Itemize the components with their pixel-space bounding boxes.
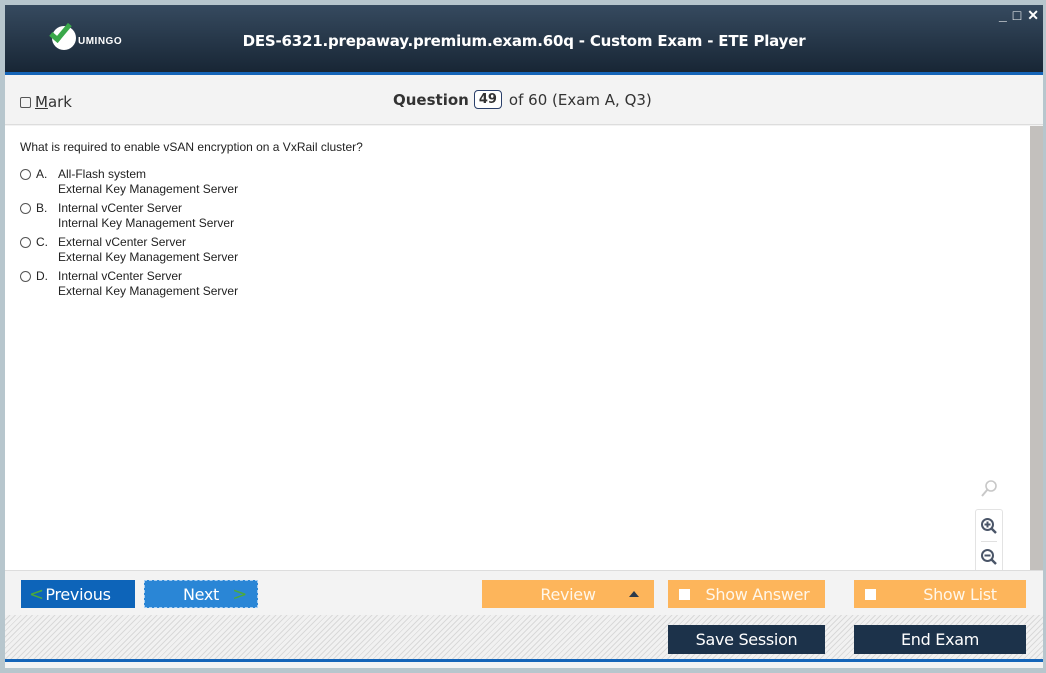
next-button[interactable]: Next > [144, 580, 258, 608]
option-text: All-Flash system External Key Management … [58, 167, 238, 197]
answer-option[interactable]: A. All-Flash system External Key Managemen… [20, 167, 238, 197]
option-letter: C. [36, 235, 48, 249]
answer-option[interactable]: D. Internal vCenter Server External Key Ma… [20, 269, 238, 299]
next-label: Next [182, 584, 220, 604]
radio-button[interactable] [20, 237, 31, 248]
question-total: of 60 (Exam A, Q3) [508, 90, 652, 109]
option-line: External Key Management Server [58, 250, 239, 264]
window-controls: _ □ ✕ [999, 8, 1039, 22]
save-session-button[interactable]: Save Session [668, 625, 825, 654]
end-exam-button[interactable]: End Exam [854, 625, 1026, 654]
option-line: Internal vCenter Server [58, 269, 183, 283]
previous-button[interactable]: < Previous [21, 580, 135, 608]
maximize-button[interactable]: □ [1013, 8, 1021, 22]
option-text: External vCenter Server External Key Mana… [58, 235, 238, 265]
app-window: UMINGO DES-6321.prepaway.premium.exam.60… [5, 5, 1043, 668]
window-title: DES-6321.prepaway.premium.exam.60q - Cus… [242, 32, 806, 50]
checkbox-icon[interactable] [679, 588, 690, 600]
title-bar: UMINGO DES-6321.prepaway.premium.exam.60… [5, 5, 1043, 75]
show-answer-toggle[interactable]: Show Answer [668, 580, 825, 608]
mark-checkbox[interactable]: Mark [20, 93, 72, 111]
review-button[interactable]: Review [482, 580, 654, 608]
mark-label: Mark [35, 93, 72, 111]
answer-option[interactable]: C. External vCenter Server External Key Ma… [20, 235, 238, 265]
chevron-left-icon: < [29, 583, 44, 605]
option-line: All-Flash system [58, 167, 147, 181]
option-letter: B. [36, 201, 48, 215]
zoom-out-icon[interactable] [976, 544, 1002, 570]
show-list-label: Show List [923, 584, 997, 604]
option-text: Internal vCenter Server Internal Key Mana… [58, 201, 234, 231]
answer-options: A. All-Flash system External Key Managemen… [20, 167, 238, 303]
answer-option[interactable]: B. Internal vCenter Server Internal Key Ma… [20, 201, 238, 231]
question-counter: Question 49 of 60 (Exam A, Q3) [393, 90, 652, 109]
radio-button[interactable] [20, 169, 31, 180]
vertical-scrollbar[interactable] [1030, 126, 1043, 570]
search-icon[interactable] [975, 479, 1003, 504]
navigation-bar: < Previous Next > Review Show Answer Sho… [5, 570, 1043, 615]
question-number-input[interactable]: 49 [473, 90, 502, 109]
triangle-up-icon [629, 591, 639, 597]
checkbox-icon[interactable] [20, 96, 31, 108]
close-button[interactable]: ✕ [1027, 8, 1039, 22]
show-answer-label: Show Answer [705, 584, 810, 604]
radio-button[interactable] [20, 203, 31, 214]
zoom-controls [975, 509, 1003, 574]
zoom-tools [975, 479, 1003, 574]
option-letter: D. [36, 269, 48, 283]
previous-label: Previous [45, 584, 111, 604]
option-line: External Key Management Server [58, 284, 239, 298]
radio-button[interactable] [20, 271, 31, 282]
question-content: What is required to enable vSAN encrypti… [5, 126, 1030, 574]
option-line: External Key Management Server [58, 182, 239, 196]
question-label: Question [393, 90, 469, 109]
option-line: Internal Key Management Server [58, 216, 235, 230]
question-bar: Mark Question 49 of 60 (Exam A, Q3) [5, 78, 1043, 125]
footer-bar: Save Session End Exam [5, 615, 1043, 662]
chevron-right-icon: > [232, 583, 247, 605]
show-list-toggle[interactable]: Show List [854, 580, 1026, 608]
review-label: Review [540, 584, 596, 604]
option-line: External vCenter Server [58, 235, 187, 249]
option-letter: A. [36, 167, 48, 181]
option-text: Internal vCenter Server External Key Mana… [58, 269, 238, 299]
minimize-button[interactable]: _ [999, 8, 1007, 22]
option-line: Internal vCenter Server [58, 201, 183, 215]
zoom-in-icon[interactable] [976, 513, 1002, 539]
checkbox-icon[interactable] [865, 588, 876, 600]
question-text: What is required to enable vSAN encrypti… [20, 140, 363, 154]
